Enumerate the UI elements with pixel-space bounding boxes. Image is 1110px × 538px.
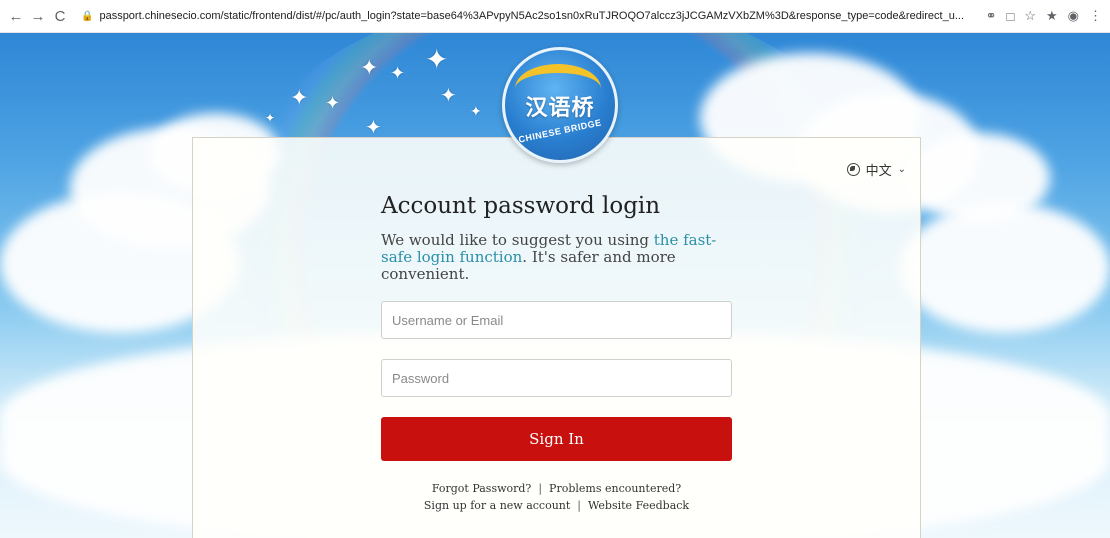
dove-icon: ✦ bbox=[360, 55, 379, 80]
language-switcher[interactable]: 中文 ⌄ bbox=[846, 160, 906, 179]
address-bar[interactable]: 🔒 passport.chinesecio.com/static/fronten… bbox=[81, 4, 976, 28]
dove-icon: ✦ bbox=[425, 44, 449, 75]
dove-icon: ✦ bbox=[440, 85, 457, 107]
url-text: passport.chinesecio.com/static/frontend/… bbox=[99, 10, 965, 22]
globe-icon bbox=[846, 163, 860, 176]
link-separator: | bbox=[577, 499, 582, 512]
chinese-bridge-logo: 汉语桥 CHINESE BRIDGE bbox=[502, 47, 618, 163]
page-title: Account password login bbox=[381, 193, 661, 219]
link-separator: | bbox=[538, 482, 543, 495]
toolbar-icons: ⚭ □ ☆ ★ ◉ ⋮ bbox=[976, 8, 1110, 24]
dove-icon: ✦ bbox=[325, 93, 341, 113]
language-label: 中文 bbox=[865, 164, 892, 179]
menu-icon[interactable]: ⋮ bbox=[1089, 8, 1102, 24]
sign-up-link[interactable]: Sign up for a new account bbox=[424, 499, 570, 512]
sign-in-button[interactable]: Sign In bbox=[381, 417, 732, 461]
dove-icon: ✦ bbox=[470, 103, 482, 119]
key-icon[interactable]: ⚭ bbox=[986, 8, 997, 24]
star-icon[interactable]: ☆ bbox=[1024, 8, 1036, 24]
cloud bbox=[900, 203, 1110, 333]
login-card: 中文 ⌄ Account password login We would lik… bbox=[192, 137, 921, 538]
suggestion-prefix: We would like to suggest you using bbox=[381, 231, 654, 249]
feedback-link[interactable]: Website Feedback bbox=[588, 499, 689, 512]
forward-icon[interactable]: → bbox=[27, 5, 49, 27]
translate-icon[interactable]: □ bbox=[1006, 9, 1014, 24]
account-links: Sign up for a new account | Website Feedba… bbox=[381, 499, 732, 512]
help-links: Forgot Password? | Problems encountered? bbox=[381, 482, 732, 495]
password-input[interactable] bbox=[381, 359, 732, 397]
dove-icon: ✦ bbox=[290, 85, 309, 110]
reload-icon[interactable]: C bbox=[49, 5, 71, 27]
chevron-down-icon: ⌄ bbox=[897, 164, 906, 175]
login-suggestion: We would like to suggest you using the f… bbox=[381, 232, 741, 283]
username-input[interactable] bbox=[381, 301, 732, 339]
forgot-password-link[interactable]: Forgot Password? bbox=[432, 482, 531, 495]
problems-link[interactable]: Problems encountered? bbox=[549, 482, 681, 495]
dove-icon: ✦ bbox=[265, 111, 276, 125]
dove-icon: ✦ bbox=[390, 63, 406, 83]
extensions-icon[interactable]: ★ bbox=[1046, 8, 1058, 24]
browser-toolbar: ← → C 🔒 passport.chinesecio.com/static/f… bbox=[0, 0, 1110, 33]
back-icon[interactable]: ← bbox=[5, 5, 27, 27]
profile-icon[interactable]: ◉ bbox=[1068, 8, 1079, 24]
lock-icon: 🔒 bbox=[81, 10, 94, 22]
